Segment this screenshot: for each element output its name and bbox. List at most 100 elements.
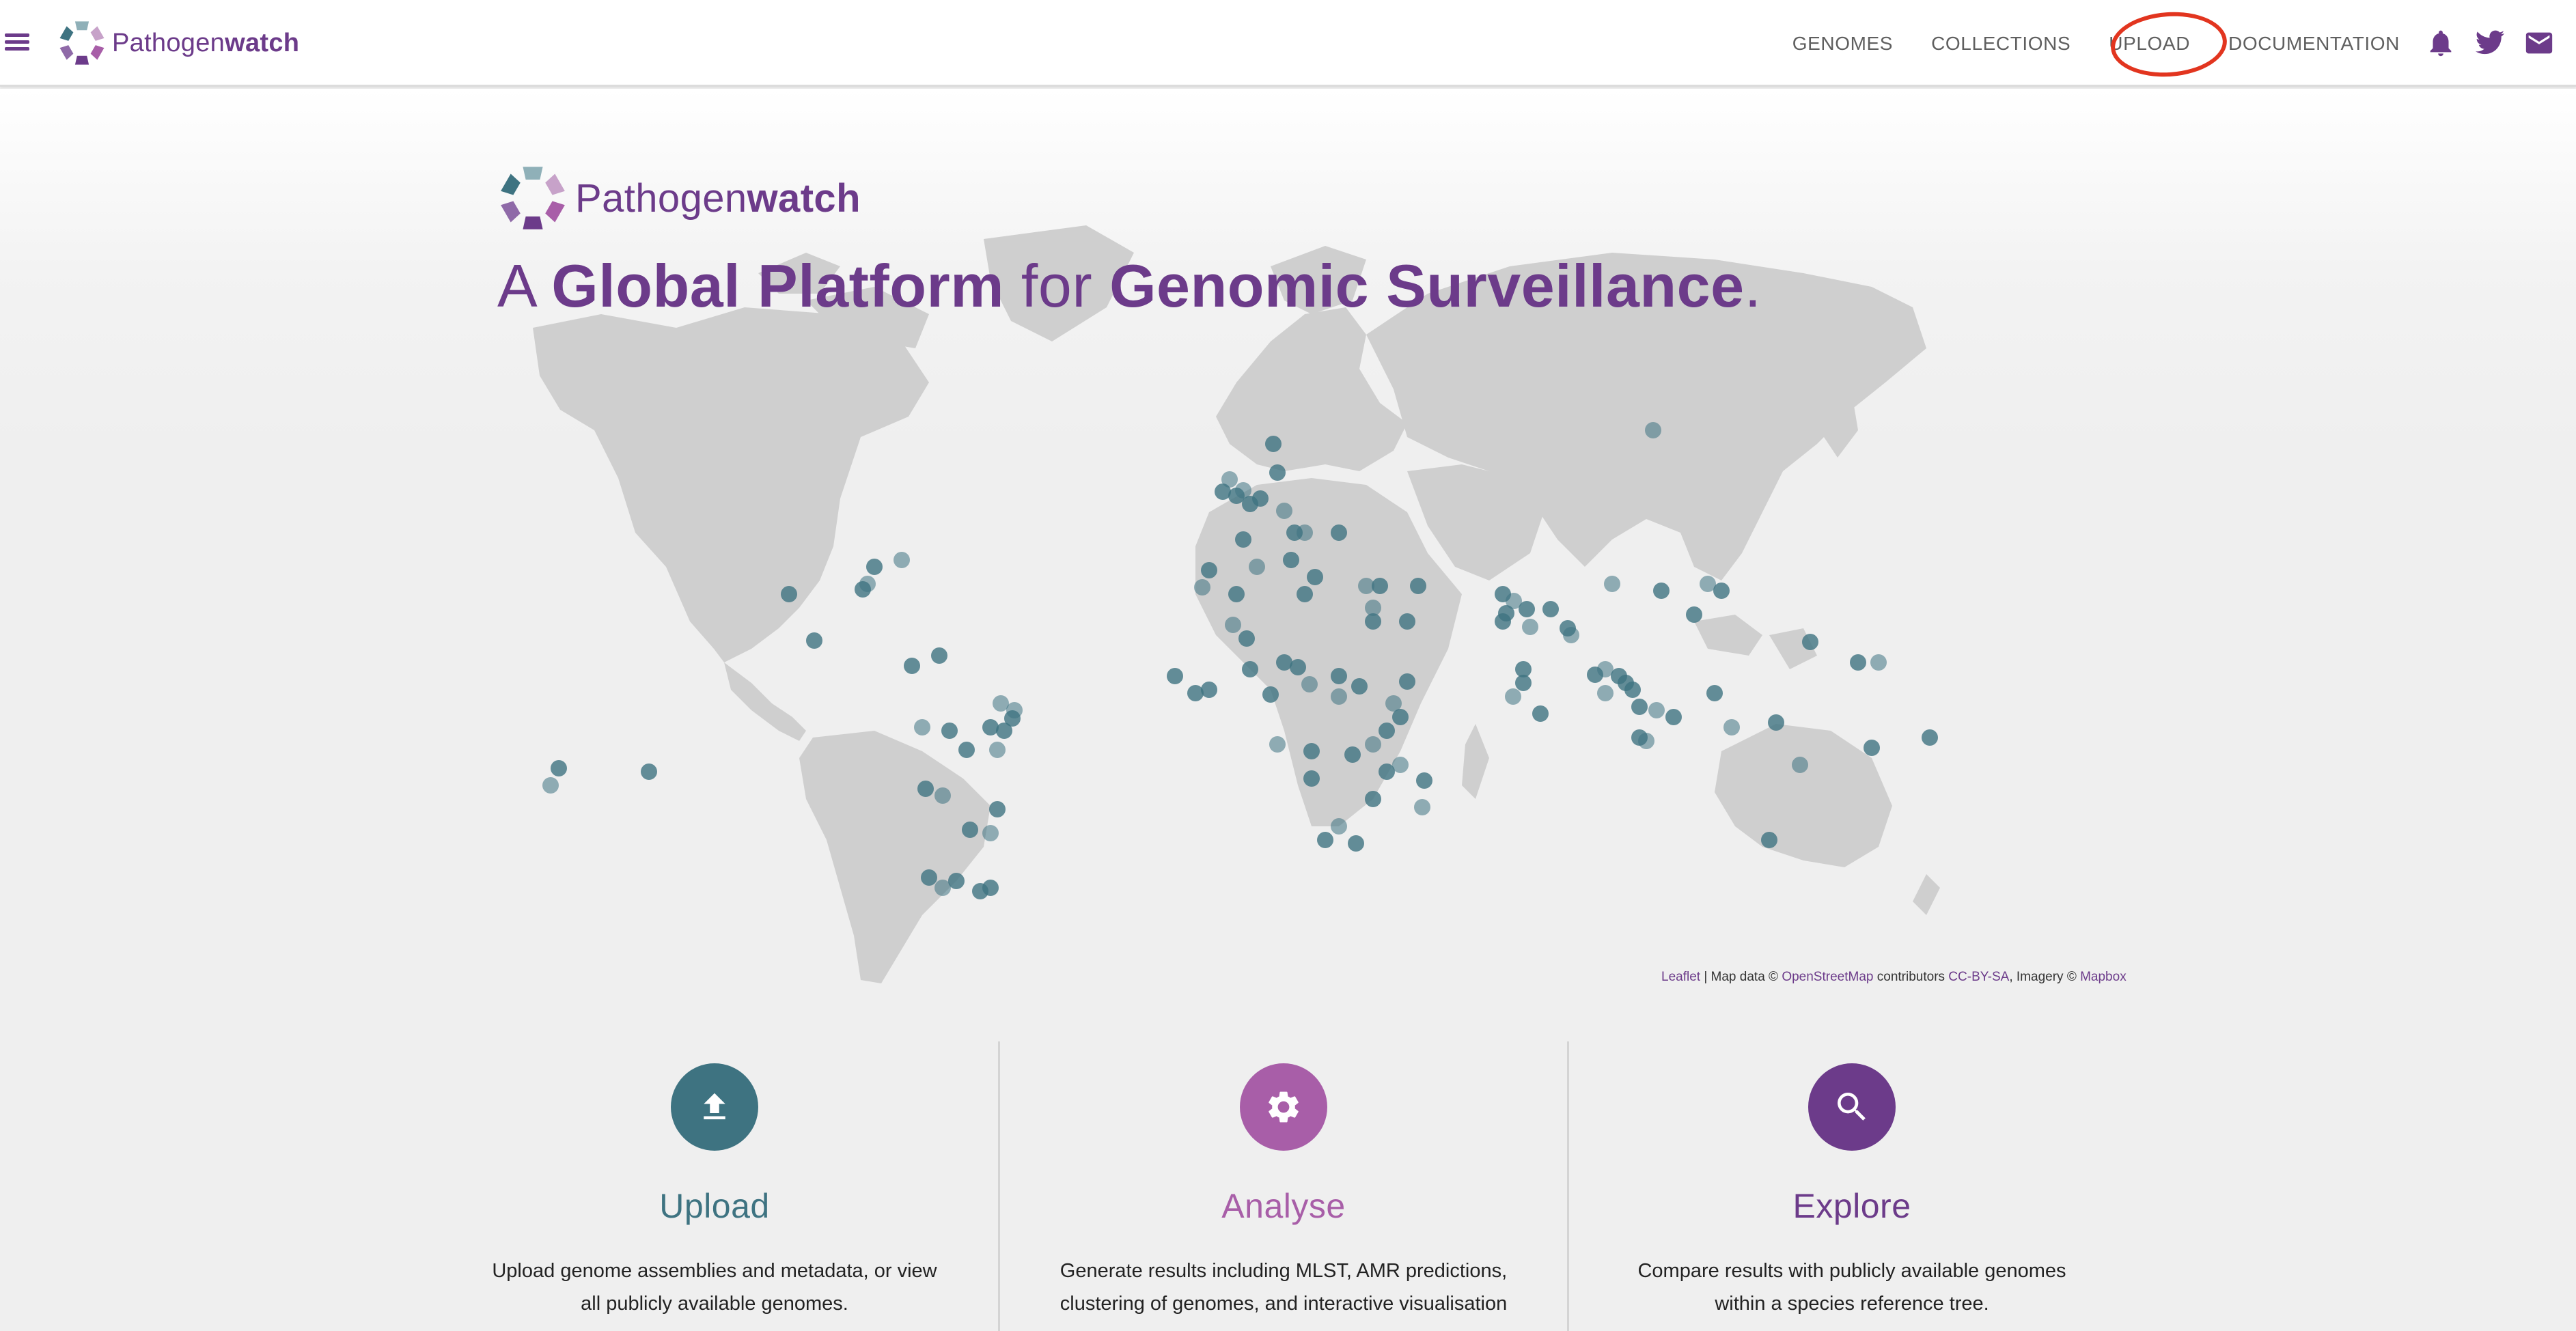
nav-collections[interactable]: COLLECTIONS — [1931, 33, 2071, 55]
genome-marker[interactable] — [866, 559, 883, 575]
genome-marker[interactable] — [989, 801, 1006, 817]
genome-marker[interactable] — [1522, 619, 1538, 635]
genome-marker[interactable] — [1331, 668, 1347, 684]
nav-upload[interactable]: UPLOAD — [2109, 33, 2190, 55]
genome-marker[interactable] — [982, 825, 999, 841]
genome-marker[interactable] — [1194, 579, 1210, 596]
genome-marker[interactable] — [1303, 743, 1320, 759]
genome-marker[interactable] — [1768, 714, 1784, 731]
genome-marker[interactable] — [941, 723, 958, 739]
genome-marker[interactable] — [1365, 791, 1381, 807]
genome-marker[interactable] — [1665, 709, 1682, 725]
mail-icon[interactable] — [2523, 27, 2555, 59]
genome-marker[interactable] — [855, 581, 871, 598]
brand-logo-link[interactable]: Pathogenwatch — [57, 18, 299, 68]
genome-marker[interactable] — [1604, 576, 1620, 592]
genome-marker[interactable] — [989, 742, 1006, 758]
genome-marker[interactable] — [917, 781, 934, 797]
genome-marker[interactable] — [1297, 586, 1313, 602]
genome-marker[interactable] — [1290, 659, 1306, 675]
genome-marker[interactable] — [1351, 678, 1368, 695]
genome-marker[interactable] — [1532, 705, 1549, 722]
genome-marker[interactable] — [914, 719, 930, 735]
genome-marker[interactable] — [1242, 661, 1258, 677]
genome-marker[interactable] — [1238, 630, 1255, 647]
genome-marker[interactable] — [1167, 668, 1183, 684]
analyse-button[interactable] — [1240, 1063, 1327, 1151]
genome-marker[interactable] — [1365, 613, 1381, 630]
genome-marker[interactable] — [1648, 702, 1665, 718]
genome-marker[interactable] — [1201, 562, 1217, 578]
genome-marker[interactable] — [1414, 799, 1430, 815]
genome-marker[interactable] — [982, 880, 999, 896]
genome-marker[interactable] — [904, 658, 920, 674]
world-map[interactable] — [519, 212, 1940, 997]
genome-marker[interactable] — [1301, 676, 1318, 692]
genome-marker[interactable] — [1597, 685, 1614, 701]
genome-marker[interactable] — [551, 760, 567, 776]
genome-marker[interactable] — [894, 552, 910, 568]
genome-marker[interactable] — [1802, 634, 1818, 650]
genome-marker[interactable] — [962, 822, 978, 838]
genome-marker[interactable] — [1297, 524, 1313, 541]
genome-marker[interactable] — [1410, 578, 1426, 594]
genome-marker[interactable] — [931, 647, 947, 664]
cc-by-sa-link[interactable]: CC-BY-SA — [1948, 970, 2009, 984]
genome-marker[interactable] — [542, 777, 559, 794]
genome-marker[interactable] — [1303, 770, 1320, 787]
genome-marker[interactable] — [1864, 740, 1880, 756]
bell-icon[interactable] — [2425, 27, 2456, 59]
genome-marker[interactable] — [781, 586, 797, 602]
genome-marker[interactable] — [1653, 583, 1670, 599]
genome-marker[interactable] — [1416, 772, 1432, 789]
genome-marker[interactable] — [1249, 559, 1265, 575]
openstreetmap-link[interactable]: OpenStreetMap — [1782, 970, 1873, 984]
genome-marker[interactable] — [1331, 688, 1347, 705]
genome-marker[interactable] — [1713, 583, 1730, 599]
genome-marker[interactable] — [1225, 617, 1241, 633]
genome-marker[interactable] — [1379, 723, 1395, 739]
genome-marker[interactable] — [1686, 606, 1702, 623]
genome-marker[interactable] — [1515, 675, 1532, 691]
genome-marker[interactable] — [1187, 685, 1204, 701]
genome-marker[interactable] — [1624, 682, 1641, 698]
genome-marker[interactable] — [1201, 682, 1217, 698]
mapbox-link[interactable]: Mapbox — [2080, 970, 2127, 984]
genome-marker[interactable] — [1344, 746, 1361, 763]
upload-button[interactable] — [671, 1063, 758, 1151]
genome-marker[interactable] — [641, 763, 657, 780]
genome-marker[interactable] — [1761, 832, 1777, 848]
genome-marker[interactable] — [982, 719, 999, 735]
genome-marker[interactable] — [934, 787, 951, 804]
genome-marker[interactable] — [1870, 654, 1887, 671]
genome-marker[interactable] — [806, 632, 822, 649]
hamburger-menu-icon[interactable] — [3, 27, 31, 56]
nav-documentation[interactable]: DOCUMENTATION — [2228, 33, 2400, 55]
genome-marker[interactable] — [1505, 688, 1521, 705]
genome-marker[interactable] — [1399, 673, 1415, 690]
genome-marker[interactable] — [1638, 733, 1654, 749]
genome-marker[interactable] — [1723, 719, 1740, 735]
genome-marker[interactable] — [1307, 569, 1323, 585]
genome-marker[interactable] — [1006, 702, 1023, 718]
genome-marker[interactable] — [1276, 503, 1292, 519]
genome-marker[interactable] — [1399, 613, 1415, 630]
leaflet-link[interactable]: Leaflet — [1661, 970, 1700, 984]
genome-marker[interactable] — [1542, 601, 1559, 617]
genome-marker[interactable] — [1283, 552, 1299, 568]
genome-marker[interactable] — [1317, 832, 1333, 848]
genome-marker[interactable] — [1392, 757, 1409, 773]
genome-marker[interactable] — [1228, 586, 1245, 602]
genome-marker[interactable] — [1392, 709, 1409, 725]
explore-button[interactable] — [1808, 1063, 1896, 1151]
genome-marker[interactable] — [958, 742, 975, 758]
genome-marker[interactable] — [1631, 699, 1648, 715]
genome-marker[interactable] — [1645, 422, 1661, 438]
genome-marker[interactable] — [1252, 490, 1269, 507]
genome-marker[interactable] — [1348, 835, 1364, 852]
genome-marker[interactable] — [1563, 627, 1579, 643]
genome-marker[interactable] — [1269, 736, 1286, 753]
genome-marker[interactable] — [1922, 729, 1938, 746]
genome-marker[interactable] — [1519, 601, 1535, 617]
genome-marker[interactable] — [1706, 685, 1723, 701]
